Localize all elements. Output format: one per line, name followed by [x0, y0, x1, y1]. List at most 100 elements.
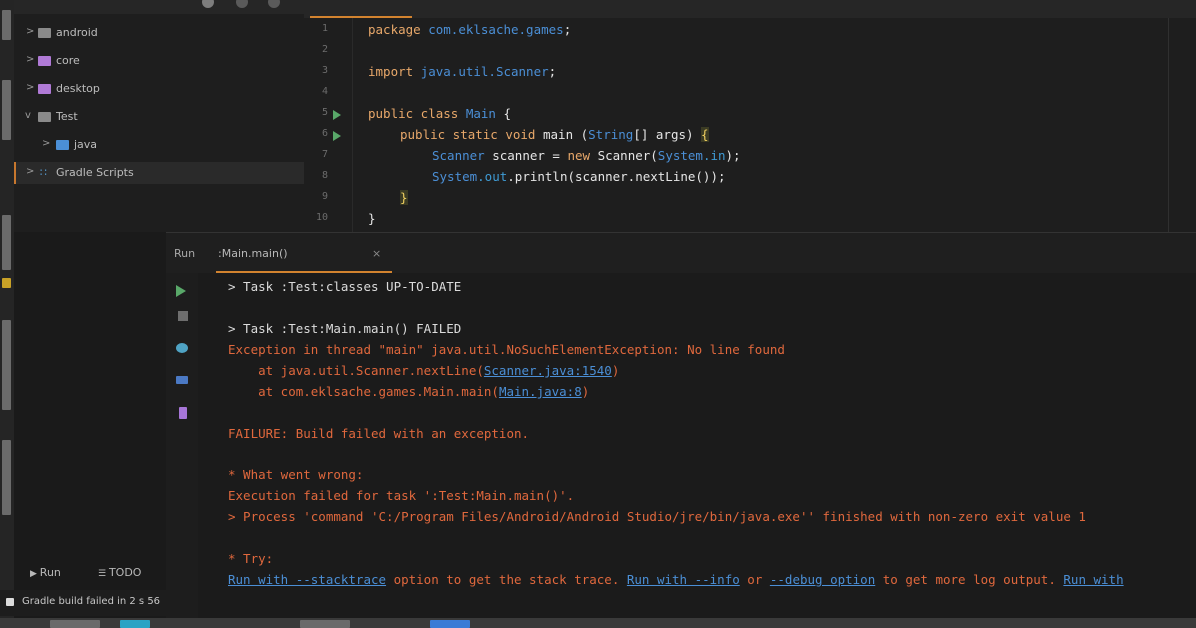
tree-item-label: core	[56, 54, 80, 67]
tree-item-desktop[interactable]: > desktop	[14, 78, 304, 100]
console-error-line: at java.util.Scanner.nextLine(Scanner.ja…	[228, 363, 619, 378]
chevron-right-icon[interactable]: >	[26, 82, 34, 93]
console-error-line: at com.eklsache.games.Main.main(Main.jav…	[228, 384, 589, 399]
semicolon: ;	[563, 22, 572, 37]
semicolon: ;	[548, 64, 557, 79]
line-number: 2	[321, 44, 328, 55]
console-hint-line: Run with --stacktrace option to get the …	[228, 572, 1124, 587]
play-icon: ▶	[30, 569, 40, 579]
code-text: .println(scanner.nextLine());	[507, 169, 726, 184]
module-folder-icon	[38, 56, 51, 66]
code-text: );	[725, 148, 741, 163]
close-icon[interactable]: ×	[372, 247, 381, 260]
pin-icon[interactable]	[179, 407, 187, 419]
info-link[interactable]: Run with --info	[627, 572, 740, 587]
line-number: 8	[321, 170, 328, 181]
chevron-down-icon[interactable]: v	[25, 110, 31, 121]
import-name: java.util.Scanner	[420, 64, 549, 79]
todo-tool-button[interactable]: ☰ TODO	[98, 566, 141, 579]
taskbar-app[interactable]	[300, 620, 350, 628]
collapse-icon[interactable]	[236, 0, 248, 8]
taskbar-app[interactable]	[430, 620, 470, 628]
console-error-line: * What went wrong:	[228, 467, 364, 482]
tree-item-gradle-scripts[interactable]: > ∷ Gradle Scripts	[14, 162, 306, 184]
tree-item-android[interactable]: > android	[14, 22, 304, 44]
code-text: Scanner(	[590, 148, 658, 163]
todo-tool-label: TODO	[108, 566, 142, 579]
bottom-tool-bar: ▶ Run ☰ TODO	[14, 560, 166, 586]
debug-link[interactable]: --debug option	[770, 572, 875, 587]
tab-main-java[interactable]	[310, 0, 412, 18]
view-icon[interactable]	[176, 343, 188, 353]
bookmark-icon[interactable]	[2, 278, 11, 288]
line-number: 6	[321, 128, 328, 139]
run-tab-main[interactable]: :Main.main() ×	[216, 233, 392, 273]
console-error-line: Exception in thread "main" java.util.NoS…	[228, 342, 785, 357]
build-variants-tab[interactable]	[2, 320, 11, 410]
favorites-tab[interactable]	[2, 440, 11, 515]
tree-item-label: desktop	[56, 82, 100, 95]
run-class-icon[interactable]	[333, 110, 341, 120]
code-line-3: import java.util.Scanner;	[368, 64, 556, 79]
taskbar-app[interactable]	[120, 620, 150, 628]
field-in: .in	[702, 148, 726, 163]
gradle-icon: ∷	[40, 166, 47, 179]
code-editor[interactable]: 1 2 3 4 5 6 7 8 9 10 package com.eklsach…	[304, 0, 1196, 232]
code-line-6: public static void main (String[] args) …	[400, 127, 709, 142]
taskbar-app[interactable]	[50, 620, 100, 628]
tree-item-label: Test	[56, 110, 78, 123]
brace: }	[368, 211, 376, 226]
settings-icon[interactable]	[202, 0, 214, 8]
matched-brace: }	[400, 190, 408, 205]
matched-brace: {	[701, 127, 709, 142]
tree-item-label: Gradle Scripts	[56, 166, 134, 179]
chevron-right-icon[interactable]: >	[26, 54, 34, 65]
line-number: 1	[321, 23, 328, 34]
status-bar: Gradle build failed in 2 s 56	[0, 590, 166, 616]
options-icon[interactable]	[268, 0, 280, 8]
layout-icon[interactable]	[176, 376, 188, 384]
run-main-icon[interactable]	[333, 131, 341, 141]
console-error-line: * Try:	[228, 551, 274, 566]
source-link[interactable]: Main.java:8	[499, 384, 582, 399]
status-message[interactable]: Gradle build failed in 2 s 56	[22, 596, 160, 607]
chevron-right-icon[interactable]: >	[26, 166, 34, 177]
field-out: .out	[477, 169, 508, 184]
hint-text: or	[739, 572, 770, 587]
run-header: Run :Main.main() ×	[166, 233, 1196, 273]
status-icon	[6, 598, 14, 606]
line-number: 3	[321, 65, 328, 76]
brace: {	[495, 106, 512, 121]
left-tool-strip	[0, 0, 14, 628]
scan-link[interactable]: Run with	[1063, 572, 1123, 587]
chevron-right-icon[interactable]: >	[26, 26, 34, 37]
chevron-right-icon[interactable]: >	[42, 138, 50, 149]
run-tool-button[interactable]: ▶ Run	[30, 566, 61, 579]
code-text: scanner =	[484, 148, 568, 163]
line-number: 5	[321, 107, 328, 118]
keyword-package: package	[368, 22, 421, 37]
line-number: 4	[321, 86, 328, 97]
source-link[interactable]: Scanner.java:1540	[484, 363, 612, 378]
structure-tool-tab[interactable]	[2, 215, 11, 270]
tree-item-label: java	[74, 138, 98, 151]
os-taskbar	[0, 618, 1196, 628]
editor-tab-bar	[304, 0, 1196, 18]
run-title: Run	[174, 247, 196, 260]
tree-item-java[interactable]: > java	[14, 134, 304, 156]
stop-icon[interactable]	[178, 311, 188, 321]
code-line-9: }	[400, 190, 408, 205]
console-output[interactable]: > Task :Test:classes UP-TO-DATE > Task :…	[228, 273, 1196, 619]
tab-build-gradle[interactable]	[424, 0, 520, 16]
rerun-icon[interactable]	[176, 285, 186, 297]
type-string: String	[588, 127, 634, 142]
tree-item-test[interactable]: v Test	[14, 106, 304, 128]
console-error-line: Execution failed for task ':Test:Main.ma…	[228, 488, 575, 503]
tree-item-core[interactable]: > core	[14, 50, 304, 72]
project-tool-tab[interactable]	[2, 10, 11, 40]
hint-text: option to get the stack trace.	[386, 572, 627, 587]
package-name: com.eklsache.games	[428, 22, 564, 37]
stack-frame-text: )	[611, 363, 620, 378]
resource-manager-tab[interactable]	[2, 80, 11, 140]
stacktrace-link[interactable]: Run with --stacktrace	[228, 572, 386, 587]
